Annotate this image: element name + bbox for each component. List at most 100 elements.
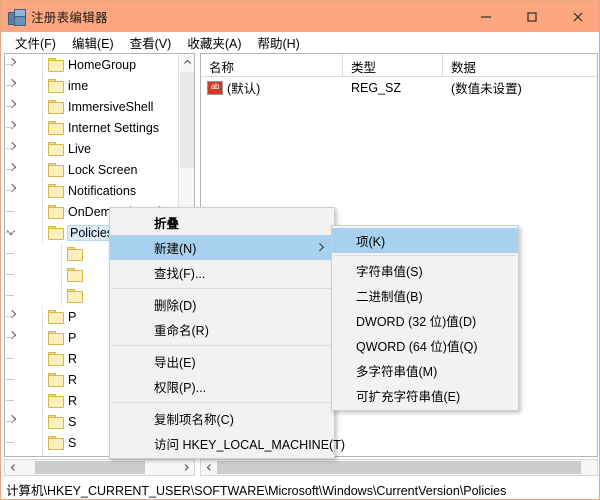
submenu-item[interactable]: QWORD (64 位)值(Q) <box>332 333 518 358</box>
tree-item[interactable]: Live <box>5 138 179 159</box>
submenu-item[interactable]: 二进制值(B) <box>332 283 518 308</box>
table-row[interactable]: ab(默认)REG_SZ(数值未设置) <box>201 77 597 98</box>
values-list-body[interactable]: ab(默认)REG_SZ(数值未设置) <box>201 77 597 98</box>
scroll-left-button[interactable] <box>5 460 21 475</box>
column-header[interactable]: 类型 <box>343 54 443 76</box>
context-menu-item[interactable]: 访问 HKEY_LOCAL_MACHINE(T) <box>110 431 334 456</box>
tree-expander[interactable] <box>5 54 20 75</box>
menu-help[interactable]: 帮助(H) <box>249 31 307 54</box>
tree-leaf-connector <box>5 243 20 264</box>
context-menu-item[interactable]: 删除(D) <box>110 292 334 317</box>
new-submenu[interactable]: 项(K) 字符串值(S)二进制值(B)DWORD (32 位)值(D)QWORD … <box>331 225 519 411</box>
tree-item[interactable]: Lock Screen <box>5 159 179 180</box>
context-menu-item[interactable]: 重命名(R) <box>110 317 334 342</box>
column-header[interactable]: 名称 <box>201 54 343 76</box>
folder-icon <box>67 268 82 281</box>
close-button[interactable] <box>555 1 600 32</box>
tree-leaf-connector <box>5 264 20 285</box>
tree-item[interactable]: Internet Settings <box>5 117 179 138</box>
tree-indent <box>20 390 48 411</box>
tree-indent <box>20 243 67 264</box>
menu-bar: 文件(F)编辑(E)查看(V)收藏夹(A)帮助(H) <box>1 32 599 52</box>
string-value-icon: ab <box>207 81 223 95</box>
value-type-cell: REG_SZ <box>343 81 443 95</box>
menu-favorites[interactable]: 收藏夹(A) <box>179 31 249 54</box>
menu-file[interactable]: 文件(F) <box>7 31 64 54</box>
context-menu-item[interactable]: 导出(E) <box>110 349 334 374</box>
tree-indent <box>20 453 48 456</box>
folder-icon <box>48 331 63 344</box>
tree-expander[interactable] <box>5 75 20 96</box>
menu-view[interactable]: 查看(V) <box>122 31 180 54</box>
tree-item-label: R <box>68 352 77 366</box>
tree-item-label: HomeGroup <box>68 58 136 72</box>
folder-icon <box>48 184 63 197</box>
tree-item[interactable]: Notifications <box>5 180 179 201</box>
tree-indent <box>20 222 48 243</box>
folder-icon <box>48 142 63 155</box>
tree-indent <box>20 306 48 327</box>
values-horizontal-scrollbar[interactable] <box>200 459 598 476</box>
column-header[interactable]: 数据 <box>443 54 597 76</box>
context-menu-item[interactable]: 权限(P)... <box>110 374 334 399</box>
tree-expander[interactable] <box>5 327 20 348</box>
tree-expander[interactable] <box>5 453 20 456</box>
tree-expander[interactable] <box>5 180 20 201</box>
tree-item-label: ImmersiveShell <box>68 100 153 114</box>
submenu-item[interactable]: 字符串值(S) <box>332 258 518 283</box>
tree-item[interactable]: ime <box>5 75 179 96</box>
tree-expander[interactable] <box>5 306 20 327</box>
tree-indent <box>20 201 48 222</box>
submenu-item[interactable]: 可扩充字符串值(E) <box>332 383 518 408</box>
folder-icon <box>48 373 63 386</box>
tree-leaf-connector <box>5 390 20 411</box>
values-scroll-left-button[interactable] <box>201 460 217 475</box>
tree-expander[interactable] <box>5 222 20 243</box>
tree-indent <box>20 96 48 117</box>
close-icon <box>572 11 584 23</box>
tree-item-label: Internet Settings <box>68 121 159 135</box>
context-menu-item[interactable]: 新建(N) <box>110 235 334 260</box>
tree-item-label: P <box>68 331 76 345</box>
context-menu-item-label: 复制项名称(C) <box>154 409 234 428</box>
submenu-item[interactable]: DWORD (32 位)值(D) <box>332 308 518 333</box>
tree-expander[interactable] <box>5 138 20 159</box>
scroll-thumb[interactable] <box>180 72 194 168</box>
submenu-item[interactable]: 项(K) <box>332 228 518 253</box>
maximize-button[interactable] <box>509 1 555 32</box>
menu-edit[interactable]: 编辑(E) <box>64 31 122 54</box>
tree-item[interactable]: HomeGroup <box>5 54 179 75</box>
tree-expander[interactable] <box>5 117 20 138</box>
folder-icon <box>48 205 63 218</box>
h-scroll-thumb[interactable] <box>35 461 145 474</box>
menu-separator <box>112 402 332 403</box>
scroll-right-button[interactable] <box>178 460 194 475</box>
tree-expander[interactable] <box>5 411 20 432</box>
chevron-right-icon <box>182 463 191 472</box>
context-menu-item[interactable]: 折叠 <box>110 210 334 235</box>
folder-icon <box>48 58 63 71</box>
tree-item[interactable]: ImmersiveShell <box>5 96 179 117</box>
minimize-button[interactable] <box>463 1 509 32</box>
value-name-label: (默认) <box>227 78 260 97</box>
tree-expander[interactable] <box>5 159 20 180</box>
submenu-item[interactable]: 多字符串值(M) <box>332 358 518 383</box>
value-name-cell: ab (默认) <box>201 78 343 97</box>
tree-indent <box>20 159 48 180</box>
tree-item-label: S <box>68 415 76 429</box>
tree-indent <box>20 411 48 432</box>
chevron-right-icon <box>317 244 324 251</box>
values-h-scroll-thumb[interactable] <box>217 461 581 474</box>
context-menu-item-label: 访问 HKEY_LOCAL_MACHINE(T) <box>154 434 345 453</box>
tree-item-label: Live <box>68 142 91 156</box>
chevron-up-icon <box>183 58 192 67</box>
tree-indent <box>20 432 48 453</box>
scroll-up-button[interactable] <box>179 54 195 71</box>
context-menu[interactable]: 折叠新建(N)查找(F)... 删除(D)重命名(R) 导出(E) 权限(P)... 复… <box>109 207 335 459</box>
context-menu-item[interactable]: 复制项名称(C) <box>110 406 334 431</box>
tree-expander[interactable] <box>5 96 20 117</box>
context-menu-item-label: 权限(P)... <box>154 377 206 396</box>
context-menu-item[interactable]: 查找(F)... <box>110 260 334 285</box>
tree-horizontal-scrollbar[interactable] <box>4 459 195 476</box>
folder-icon <box>48 79 63 92</box>
